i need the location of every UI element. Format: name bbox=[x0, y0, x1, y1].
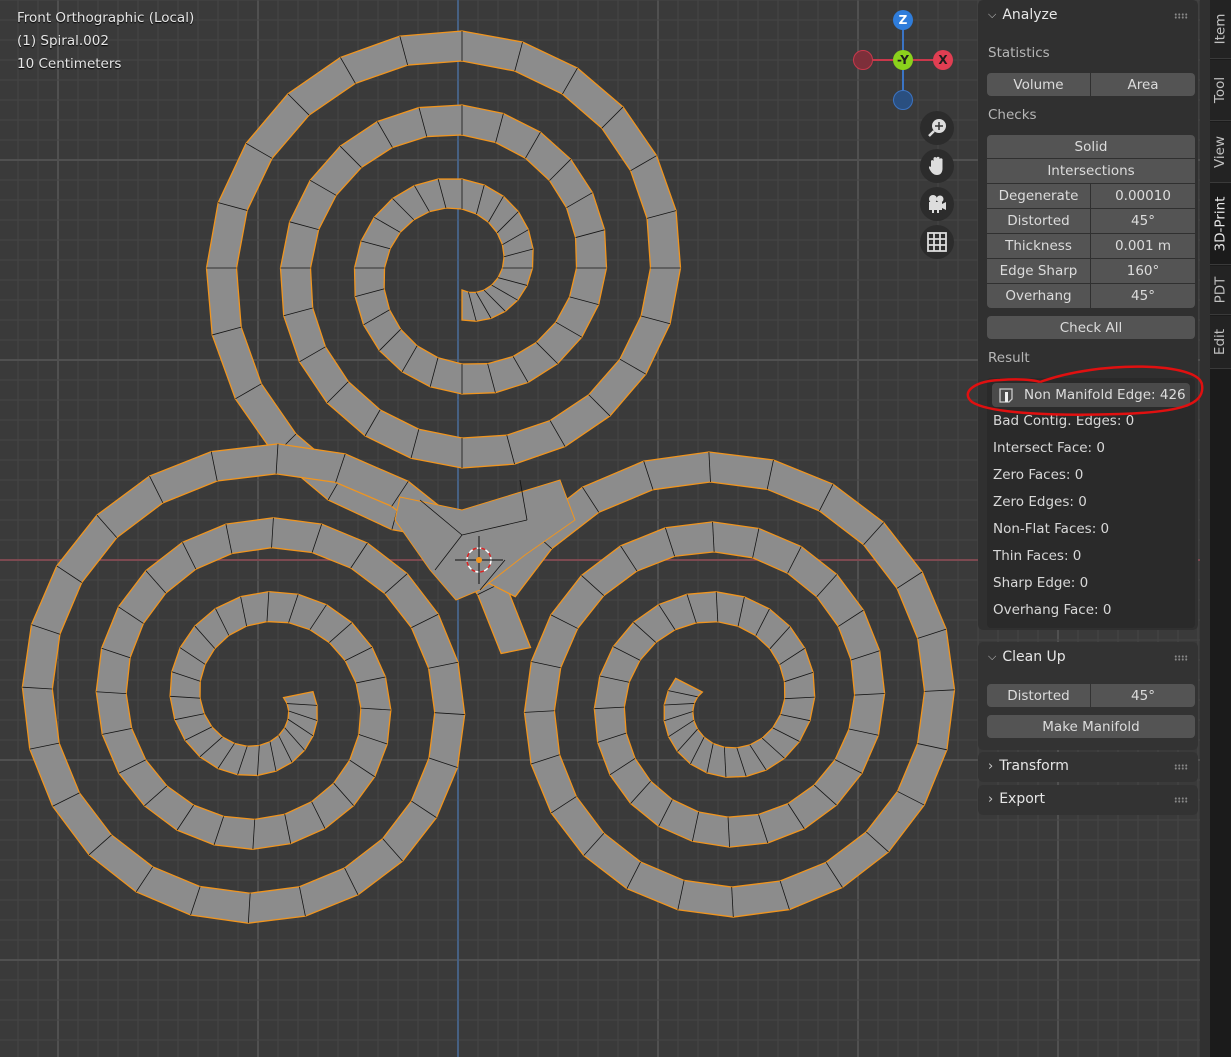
grid-scale-label: 10 Centimeters bbox=[17, 56, 122, 72]
tab-item[interactable]: Item bbox=[1210, 0, 1231, 59]
tab-label: Item bbox=[1212, 13, 1229, 45]
pan-hand-icon bbox=[929, 156, 943, 175]
make-manifold-button[interactable]: Make Manifold bbox=[987, 715, 1195, 738]
tab-tool[interactable]: Tool bbox=[1210, 60, 1231, 121]
cleanup-title: Clean Up bbox=[1002, 649, 1066, 665]
result-item: Thin Faces: 0 bbox=[993, 548, 1082, 564]
tab-label: Tool bbox=[1212, 76, 1229, 104]
check-row-label: Overhang bbox=[987, 284, 1090, 308]
check-row-label: Degenerate bbox=[987, 184, 1090, 208]
check-row-label: Edge Sharp bbox=[987, 259, 1090, 283]
result-label: Result bbox=[988, 350, 1030, 366]
result-item: Overhang Face: 0 bbox=[993, 602, 1112, 618]
statistics-label: Statistics bbox=[988, 45, 1050, 61]
drag-grip-icon[interactable] bbox=[1174, 797, 1188, 803]
pan-button[interactable] bbox=[920, 149, 954, 183]
tab-view[interactable]: View bbox=[1210, 122, 1231, 183]
result-item: Sharp Edge: 0 bbox=[993, 575, 1089, 591]
ortho-toggle-button[interactable] bbox=[920, 225, 954, 259]
check-row-value[interactable]: 0.001 m bbox=[1091, 234, 1195, 258]
check-row-label: Distorted bbox=[987, 209, 1090, 233]
tab-edit[interactable]: Edit bbox=[1210, 316, 1231, 369]
gizmo-neg-y-axis[interactable]: -Y bbox=[893, 50, 913, 70]
gizmo-neg-x-axis[interactable] bbox=[853, 50, 873, 70]
analyze-panel-header[interactable]: ⌵ Analyze bbox=[988, 7, 1058, 23]
zoom-button[interactable] bbox=[920, 111, 954, 145]
tab-label: 3D-Print bbox=[1212, 196, 1229, 252]
chevron-right-icon: › bbox=[988, 758, 994, 774]
zoom-icon bbox=[928, 119, 946, 137]
gizmo-neg-z-axis[interactable] bbox=[893, 90, 913, 110]
check-row-label: Thickness bbox=[987, 234, 1090, 258]
camera-icon bbox=[929, 195, 946, 213]
check-row-value[interactable]: 45° bbox=[1091, 209, 1195, 233]
analyze-panel: ⌵ Analyze Statistics Volume Area Checks … bbox=[978, 0, 1198, 630]
export-panel-header[interactable]: › Export bbox=[988, 791, 1045, 807]
chevron-down-icon: ⌵ bbox=[988, 650, 997, 663]
cleanup-distorted-label: Distorted bbox=[987, 684, 1090, 707]
tab-label: PDT bbox=[1212, 276, 1229, 304]
check-row-value[interactable]: 0.00010 bbox=[1091, 184, 1195, 208]
export-panel: › Export bbox=[978, 785, 1198, 815]
transform-panel: › Transform bbox=[978, 752, 1198, 782]
checks-label: Checks bbox=[988, 107, 1037, 123]
intersections-button[interactable]: Intersections bbox=[987, 159, 1195, 183]
camera-view-button[interactable] bbox=[920, 187, 954, 221]
tab-3d-print[interactable]: 3D-Print bbox=[1210, 184, 1231, 265]
drag-grip-icon[interactable] bbox=[1174, 13, 1188, 19]
select-mesh-icon bbox=[999, 388, 1013, 403]
view-name-label: Front Orthographic (Local) bbox=[17, 10, 195, 26]
cleanup-panel: ⌵ Clean Up Distorted 45° Make Manifold bbox=[978, 642, 1198, 750]
result-item: Zero Edges: 0 bbox=[993, 494, 1087, 510]
analyze-title: Analyze bbox=[1002, 7, 1058, 23]
check-all-button[interactable]: Check All bbox=[987, 316, 1195, 339]
tab-label: View bbox=[1212, 135, 1229, 169]
result-item: Intersect Face: 0 bbox=[993, 440, 1105, 456]
drag-grip-icon[interactable] bbox=[1174, 764, 1188, 770]
area-button[interactable]: Area bbox=[1091, 73, 1195, 96]
cleanup-distorted-value[interactable]: 45° bbox=[1091, 684, 1195, 707]
gizmo-z-axis[interactable]: Z bbox=[893, 10, 913, 30]
sidebar-resize-strip[interactable] bbox=[1200, 0, 1210, 1057]
drag-grip-icon[interactable] bbox=[1174, 655, 1188, 661]
tab-pdt[interactable]: PDT bbox=[1210, 266, 1231, 315]
non-manifold-edge-result-button[interactable]: Non Manifold Edge: 426 bbox=[992, 383, 1190, 407]
chevron-down-icon: ⌵ bbox=[988, 8, 997, 21]
sidebar-tabs: Item Tool View 3D-Print PDT Edit bbox=[1210, 0, 1231, 1057]
gizmo-x-axis[interactable]: X bbox=[933, 50, 953, 70]
result-item: Bad Contig. Edges: 0 bbox=[993, 413, 1135, 429]
export-title: Export bbox=[999, 791, 1046, 807]
solid-button[interactable]: Solid bbox=[987, 135, 1195, 158]
chevron-right-icon: › bbox=[988, 791, 994, 807]
check-row-value[interactable]: 45° bbox=[1091, 284, 1195, 308]
tab-label: Edit bbox=[1212, 328, 1229, 356]
result-item: Zero Faces: 0 bbox=[993, 467, 1084, 483]
volume-button[interactable]: Volume bbox=[987, 73, 1090, 96]
transform-title: Transform bbox=[999, 758, 1069, 774]
cleanup-panel-header[interactable]: ⌵ Clean Up bbox=[988, 649, 1066, 665]
grid-icon bbox=[927, 232, 947, 252]
sidebar-3d-print: ⌵ Analyze Statistics Volume Area Checks … bbox=[976, 0, 1200, 1057]
result-item: Non-Flat Faces: 0 bbox=[993, 521, 1110, 537]
non-manifold-edge-label: Non Manifold Edge: 426 bbox=[1024, 387, 1186, 403]
check-row-value[interactable]: 160° bbox=[1091, 259, 1195, 283]
transform-panel-header[interactable]: › Transform bbox=[988, 758, 1069, 774]
active-object-label: (1) Spiral.002 bbox=[17, 33, 109, 49]
result-list: Non Manifold Edge: 426 Bad Contig. Edges… bbox=[987, 378, 1195, 628]
